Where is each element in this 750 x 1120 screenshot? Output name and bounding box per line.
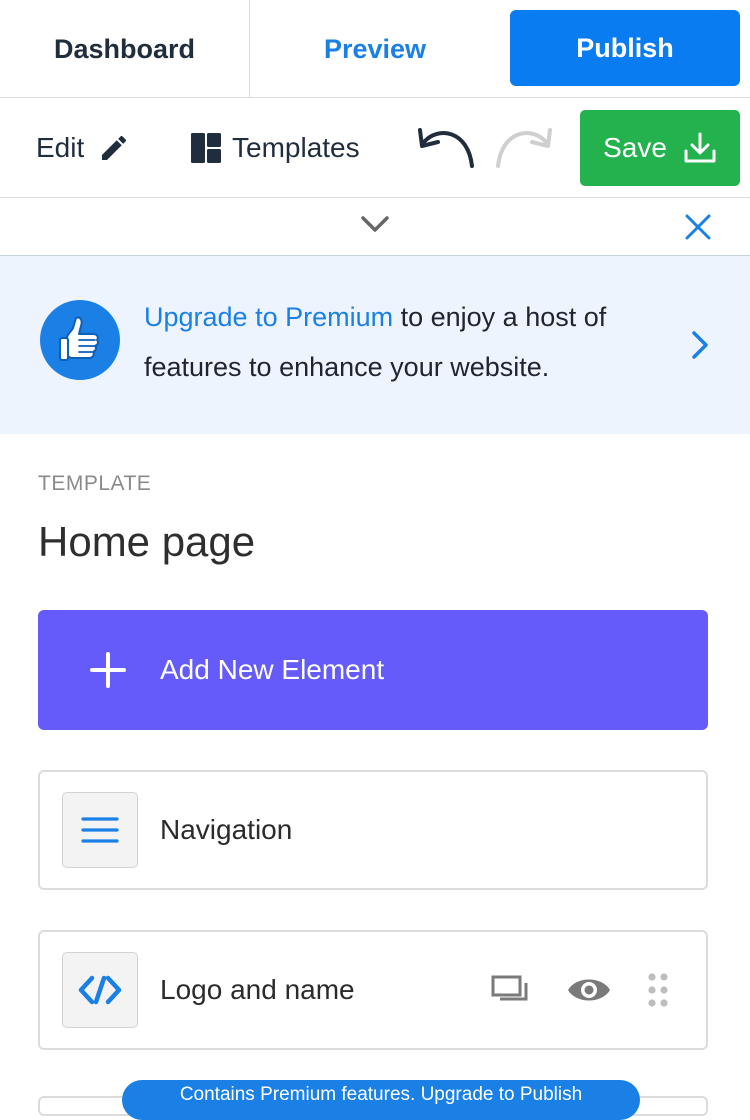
undo-button[interactable] (414, 122, 478, 174)
top-nav: Dashboard Preview Publish (0, 0, 750, 98)
element-actions (490, 932, 670, 1048)
panel-collapse-row (0, 198, 750, 256)
visibility-toggle[interactable] (566, 972, 612, 1008)
download-icon (684, 132, 716, 163)
templates-button[interactable]: Templates (190, 128, 360, 168)
publish-button[interactable]: Publish (510, 10, 740, 86)
save-label: Save (603, 132, 667, 163)
element-label: Logo and name (160, 974, 355, 1005)
drag-handle-icon (648, 973, 668, 1007)
add-new-element-button[interactable]: Add New Element (38, 610, 708, 730)
redo-button (492, 122, 556, 174)
element-card-logo-and-name[interactable]: Logo and name (38, 930, 708, 1050)
templates-label: Templates (232, 132, 360, 163)
element-icon-box (62, 792, 138, 868)
thumbs-up-icon (59, 316, 100, 361)
code-logo-icon (78, 975, 122, 1005)
hamburger-menu-icon (81, 817, 119, 843)
templates-grid-icon (191, 133, 221, 163)
element-card-navigation[interactable]: Navigation (38, 770, 708, 890)
add-new-element-label: Add New Element (160, 654, 385, 685)
tab-dashboard[interactable]: Dashboard (0, 0, 250, 98)
undo-icon (418, 128, 474, 168)
thumbs-up-badge (40, 300, 120, 380)
page-title: Home page (38, 518, 256, 565)
save-button[interactable]: Save (580, 110, 740, 186)
edit-button[interactable]: Edit (36, 128, 130, 168)
eye-icon (568, 979, 610, 1001)
upgrade-banner[interactable]: Upgrade to Premium to enjoy a host of fe… (0, 256, 750, 434)
tab-preview[interactable]: Preview (250, 0, 500, 98)
upgrade-message: Upgrade to Premium to enjoy a host of fe… (144, 292, 674, 392)
redo-icon (496, 128, 552, 168)
duplicate-button[interactable] (490, 972, 530, 1008)
close-icon[interactable] (683, 212, 713, 242)
upgrade-link[interactable]: Upgrade to Premium (144, 302, 393, 332)
editor-toolbar: Edit Templates Save (0, 98, 750, 198)
element-label: Navigation (160, 814, 293, 845)
premium-notice-badge[interactable]: Contains Premium features. Upgrade to Pu… (122, 1080, 640, 1120)
duplicate-icon (491, 975, 528, 1001)
chevron-right-icon[interactable] (688, 328, 712, 362)
pencil-icon (102, 135, 127, 160)
element-icon-box (62, 952, 138, 1028)
drag-handle[interactable] (646, 970, 670, 1010)
section-label: TEMPLATE (38, 472, 152, 495)
chevron-down-icon[interactable] (358, 212, 392, 238)
plus-icon (90, 652, 126, 688)
edit-label: Edit (36, 132, 85, 163)
